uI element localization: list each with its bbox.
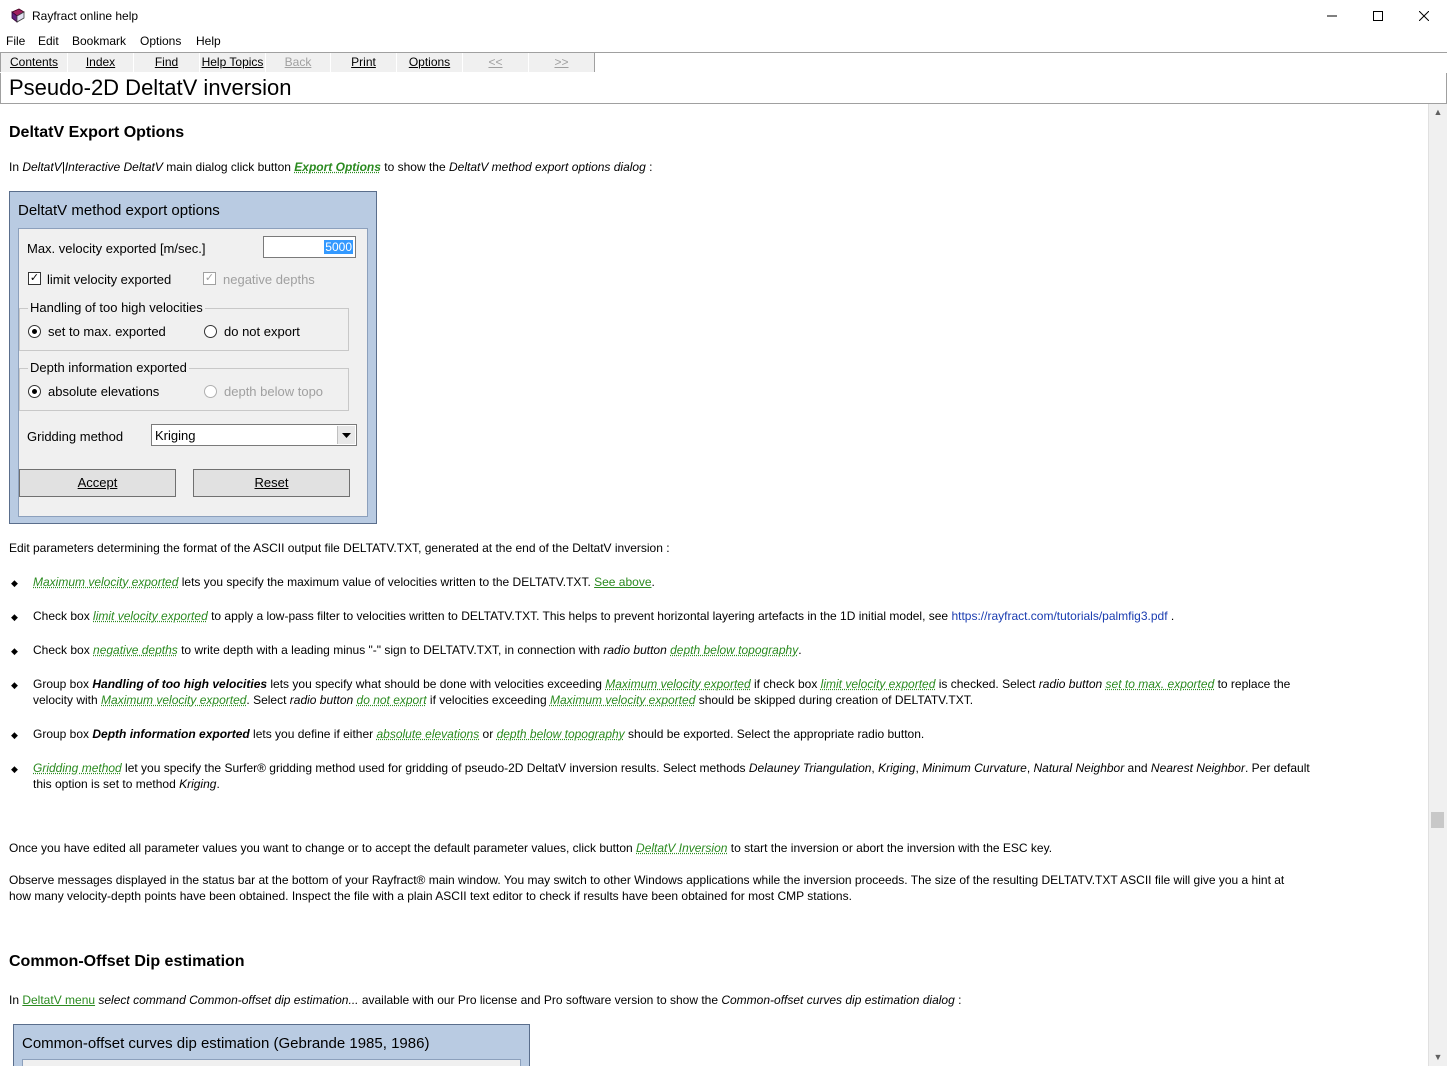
see-above-link[interactable]: See above <box>594 575 651 589</box>
palmfig3-url-link[interactable]: https://rayfract.com/tutorials/palmfig3.… <box>951 609 1167 623</box>
list-item: Maximum velocity exported lets you speci… <box>33 575 655 589</box>
close-icon <box>1418 10 1430 22</box>
dip-estimation-intro: In DeltatV menu select command Common-of… <box>9 993 962 1007</box>
limit-velocity-label: limit velocity exported <box>47 272 172 287</box>
max-velocity-field[interactable]: 5000 <box>263 236 356 258</box>
negative-depths-label: negative depths <box>223 272 315 287</box>
negative-depths-checkbox[interactable]: ✓ <box>203 272 216 285</box>
limit-velocity-link[interactable]: limit velocity exported <box>93 609 208 623</box>
limit-velocity-link[interactable]: limit velocity exported <box>821 677 936 691</box>
menu-help[interactable]: Help <box>196 34 221 48</box>
reset-button[interactable]: Reset <box>193 469 350 497</box>
menu-options[interactable]: Options <box>140 34 181 48</box>
gridding-method-label: Gridding method <box>27 429 124 444</box>
set-to-max-link[interactable]: set to max. exported <box>1106 677 1215 691</box>
dialog-title: Common-offset curves dip estimation (Geb… <box>22 1035 430 1052</box>
bullet-icon: ◆ <box>11 730 18 740</box>
radio-set-to-max-label: set to max. exported <box>48 324 166 339</box>
minimize-button[interactable] <box>1309 0 1355 32</box>
group-high-velocities-label: Handling of too high velocities <box>28 300 205 315</box>
section-heading-export-options: DeltatV Export Options <box>9 124 185 141</box>
gridding-method-select[interactable]: Kriging <box>151 424 357 446</box>
list-item: Check box negative depths to write depth… <box>33 643 802 657</box>
once-edited-text: Once you have edited all parameter value… <box>9 841 1053 855</box>
section-heading-dip-estimation: Common-Offset Dip estimation <box>9 953 245 970</box>
title-bar: Rayfract online help <box>0 0 1447 33</box>
negative-depths-link[interactable]: negative depths <box>93 643 178 657</box>
do-not-export-link[interactable]: do not export <box>357 693 427 707</box>
dialog-body <box>22 1059 521 1066</box>
limit-velocity-checkbox[interactable]: ✓ <box>28 272 41 285</box>
deltatv-menu-link[interactable]: DeltatV menu <box>22 993 95 1007</box>
find-button[interactable]: Find <box>133 53 200 72</box>
edit-params-text: Edit parameters determining the format o… <box>9 541 670 555</box>
minimize-icon <box>1327 15 1337 17</box>
menu-edit[interactable]: Edit <box>38 34 59 48</box>
menu-file[interactable]: File <box>6 34 25 48</box>
window-title: Rayfract online help <box>32 9 139 23</box>
scroll-up-icon[interactable]: ▲ <box>1429 104 1447 121</box>
depth-below-topography-link[interactable]: depth below topography <box>670 643 798 657</box>
radio-absolute-elevations[interactable] <box>28 385 41 398</box>
back-button[interactable]: Back <box>265 53 331 72</box>
observe-messages-text: Observe messages displayed in the status… <box>9 873 1285 903</box>
help-book-icon <box>11 8 25 23</box>
vertical-scrollbar[interactable]: ▲ ▼ <box>1428 104 1447 1066</box>
options-button[interactable]: Options <box>396 53 463 72</box>
browse-previous-button[interactable]: << <box>462 53 529 72</box>
scrollbar-thumb[interactable] <box>1431 812 1444 828</box>
group-depth-info: Depth information exported absolute elev… <box>19 360 349 411</box>
max-velocity-label: Max. velocity exported [m/sec.] <box>27 241 206 256</box>
max-velocity-link[interactable]: Maximum velocity exported <box>605 677 750 691</box>
menu-bookmark[interactable]: Bookmark <box>72 34 126 48</box>
radio-set-to-max[interactable] <box>28 325 41 338</box>
menu-bar: File Edit Bookmark Options Help <box>0 32 1447 52</box>
depth-below-topography-link[interactable]: depth below topography <box>497 727 625 741</box>
bullet-icon: ◆ <box>11 612 18 622</box>
close-button[interactable] <box>1401 0 1447 32</box>
radio-absolute-elevations-label: absolute elevations <box>48 384 160 399</box>
max-velocity-link[interactable]: Maximum velocity exported <box>33 575 178 589</box>
export-options-link[interactable]: Export Options <box>294 160 381 174</box>
topic-title: Pseudo-2D DeltatV inversion <box>9 75 292 100</box>
topic-content: DeltatV Export Options In DeltatV|Intera… <box>1 104 1427 1066</box>
maximize-button[interactable] <box>1355 0 1401 32</box>
index-button[interactable]: Index <box>67 53 134 72</box>
absolute-elevations-link[interactable]: absolute elevations <box>376 727 479 741</box>
dropdown-arrow-button[interactable] <box>337 426 355 444</box>
radio-depth-below-topo[interactable] <box>204 385 217 398</box>
chevron-down-icon <box>342 433 351 438</box>
bullet-icon: ◆ <box>11 646 18 656</box>
list-item: Group box Depth information exported let… <box>33 727 925 741</box>
bullet-icon: ◆ <box>11 680 18 690</box>
gridding-method-link[interactable]: Gridding method <box>33 761 122 775</box>
export-options-intro: In DeltatV|Interactive DeltatV main dial… <box>9 160 653 174</box>
list-item: Group box Handling of too high velocitie… <box>33 677 1291 707</box>
bullet-icon: ◆ <box>11 578 18 588</box>
browse-next-button[interactable]: >> <box>528 53 595 72</box>
accept-button[interactable]: Accept <box>19 469 176 497</box>
dip-estimation-dialog-image: Common-offset curves dip estimation (Geb… <box>13 1024 530 1066</box>
radio-do-not-export[interactable] <box>204 325 217 338</box>
group-high-velocities: Handling of too high velocities set to m… <box>19 300 349 351</box>
radio-depth-below-topo-label: depth below topo <box>224 384 324 399</box>
group-depth-info-label: Depth information exported <box>28 360 189 375</box>
help-topics-button[interactable]: Help Topics <box>199 53 266 72</box>
max-velocity-link[interactable]: Maximum velocity exported <box>550 693 695 707</box>
radio-do-not-export-label: do not export <box>224 324 300 339</box>
list-item: Gridding method let you specify the Surf… <box>33 761 1310 791</box>
list-item: Check box limit velocity exported to app… <box>33 609 1175 623</box>
print-button[interactable]: Print <box>330 53 397 72</box>
maximize-icon <box>1373 11 1383 21</box>
max-velocity-link[interactable]: Maximum velocity exported <box>101 693 246 707</box>
dialog-title: DeltatV method export options <box>18 202 220 219</box>
scroll-down-icon[interactable]: ▼ <box>1429 1049 1447 1066</box>
contents-button[interactable]: Contents <box>0 53 68 72</box>
deltatv-inversion-link[interactable]: DeltatV Inversion <box>636 841 727 855</box>
topic-header: Pseudo-2D DeltatV inversion <box>0 73 1447 104</box>
dialog-body: Max. velocity exported [m/sec.] 5000 ✓ l… <box>18 228 368 517</box>
export-options-dialog-image: DeltatV method export options Max. veloc… <box>9 191 377 524</box>
help-toolbar: Contents Index Find Help Topics Back Pri… <box>0 52 1447 74</box>
bullet-icon: ◆ <box>11 764 18 774</box>
